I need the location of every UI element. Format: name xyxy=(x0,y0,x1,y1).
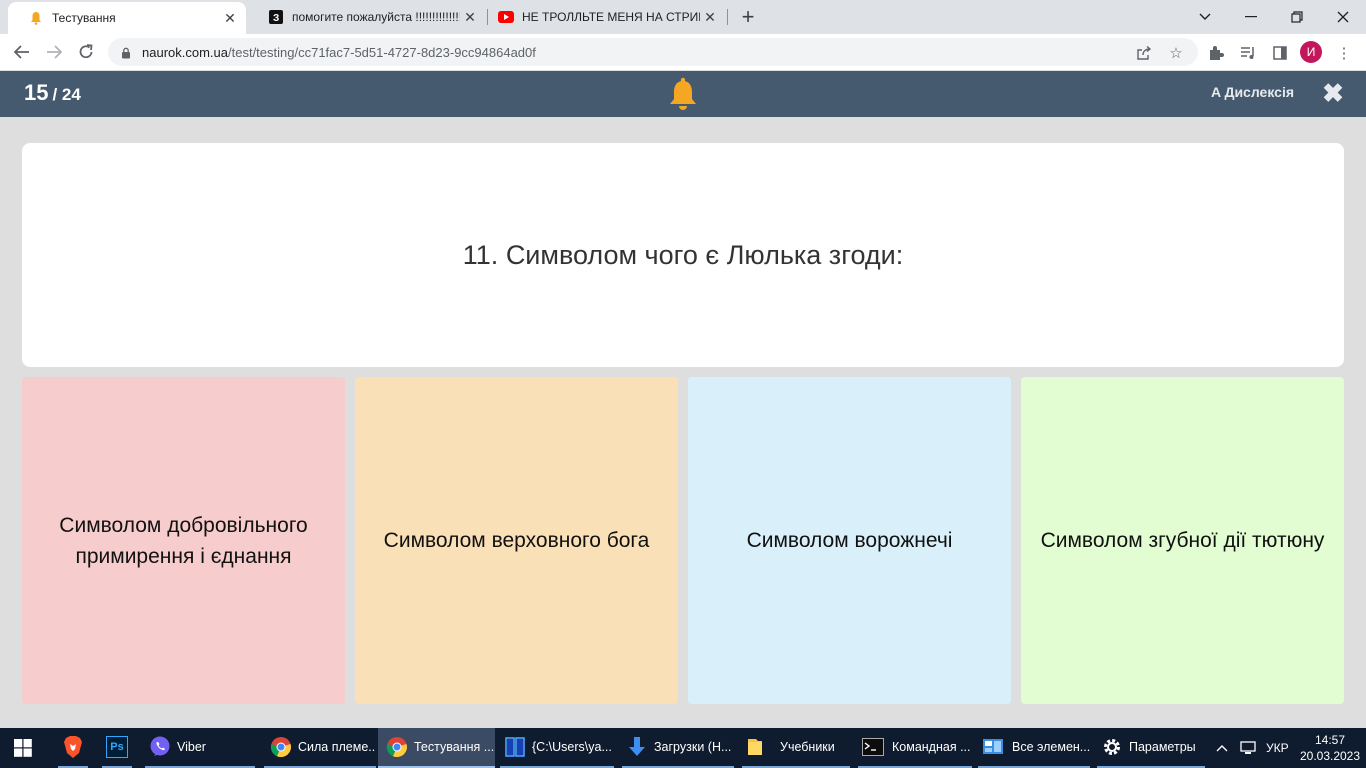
answer-text: Символом верховного бога xyxy=(383,529,650,552)
address-bar[interactable]: naurok.com.ua/test/testing/cc71fac7-5d51… xyxy=(108,38,1198,66)
clock-date: 20.03.2023 xyxy=(1299,749,1361,763)
cmd-icon xyxy=(862,736,884,758)
answer-option-1[interactable]: Символом добровільного примирення і єдна… xyxy=(22,377,345,704)
taskbar-downloads[interactable]: Загрузки (Н... xyxy=(622,728,734,768)
taskbar-cmd[interactable]: Командная ... xyxy=(858,728,972,768)
close-test-icon[interactable]: ✖ xyxy=(1320,78,1346,108)
bookmark-star-icon[interactable]: ☆ xyxy=(1165,42,1187,64)
chrome-icon xyxy=(386,736,408,758)
back-arrow-icon[interactable] xyxy=(8,38,36,66)
restore-icon[interactable] xyxy=(1274,0,1320,34)
windows-logo-icon xyxy=(14,739,32,757)
tab-close-icon[interactable]: ✕ xyxy=(700,7,720,27)
network-icon[interactable] xyxy=(1238,728,1258,768)
taskbar-label: Учебники xyxy=(780,740,835,754)
bell-favicon-icon xyxy=(28,10,44,26)
question-counter: 15/ 24 xyxy=(24,80,81,106)
tab-separator xyxy=(727,9,728,25)
start-button[interactable] xyxy=(14,728,36,768)
taskbar-label: Viber xyxy=(177,740,206,754)
windows-taskbar: Ps Viber Сила племе... Тестування ... {C… xyxy=(0,728,1366,768)
language-indicator[interactable]: УКР xyxy=(1266,728,1289,768)
tab-youtube[interactable]: НЕ ТРОЛЛЬТЕ МЕНЯ НА СТРИМ ✕ xyxy=(488,0,726,34)
answer-option-3[interactable]: Символом ворожнечі xyxy=(688,377,1011,704)
folder-icon xyxy=(744,736,766,758)
taskbar-brave[interactable] xyxy=(58,728,88,768)
new-tab-plus-icon[interactable]: + xyxy=(736,4,760,29)
chrome-icon xyxy=(270,736,292,758)
taskbar-photoshop[interactable]: Ps xyxy=(102,728,132,768)
url-host: naurok.com.ua xyxy=(142,44,228,60)
question-text: 11. Символом чого є Люлька згоди: xyxy=(462,239,904,270)
tab-close-icon[interactable]: ✕ xyxy=(220,8,240,28)
clock-time: 14:57 xyxy=(1314,733,1346,747)
menu-kebab-icon[interactable]: ⋮ xyxy=(1333,42,1355,64)
answer-text: Символом ворожнечі xyxy=(746,529,953,552)
question-card: 11. Символом чого є Люлька згоди: xyxy=(22,143,1344,367)
brave-icon xyxy=(62,736,84,758)
photoshop-icon: Ps xyxy=(106,736,128,758)
settings-icon xyxy=(1101,736,1123,758)
taskbar-control-panel[interactable]: Все элемен... xyxy=(978,728,1090,768)
taskbar-chrome-2[interactable]: Тестування ... xyxy=(378,728,495,768)
lock-icon[interactable] xyxy=(120,46,132,59)
taskbar-label: Тестування ... xyxy=(414,740,495,754)
profile-avatar[interactable]: И xyxy=(1300,41,1322,63)
side-panel-icon[interactable] xyxy=(1269,42,1291,64)
tab-title: помогите пожалуйста !!!!!!!!!!!!!!! xyxy=(292,10,460,24)
browser-toolbar: naurok.com.ua/test/testing/cc71fac7-5d51… xyxy=(0,34,1366,71)
taskbar-label: Сила племе... xyxy=(298,740,376,754)
media-control-icon[interactable] xyxy=(1237,42,1259,64)
taskbar-label: Загрузки (Н... xyxy=(654,740,732,754)
minimize-icon[interactable] xyxy=(1228,0,1274,34)
svg-text:З: З xyxy=(273,13,279,24)
answer-option-2[interactable]: Символом верховного бога xyxy=(355,377,678,704)
question-current: 15 xyxy=(24,80,49,105)
reload-icon[interactable] xyxy=(72,38,100,66)
taskbar-chrome-1[interactable]: Сила племе... xyxy=(264,728,376,768)
taskbar-label: {C:\Users\ya... xyxy=(532,740,612,754)
tab-znanija[interactable]: З помогите пожалуйста !!!!!!!!!!!!!!! ✕ xyxy=(248,0,486,34)
taskbar-far-manager[interactable]: {C:\Users\ya... xyxy=(500,728,614,768)
tab-title: Тестування xyxy=(52,11,116,25)
question-total: / 24 xyxy=(52,85,81,104)
tab-title: НЕ ТРОЛЛЬТЕ МЕНЯ НА СТРИМ xyxy=(522,10,700,24)
answer-option-4[interactable]: Символом згубної дії тютюну xyxy=(1021,377,1344,704)
system-clock[interactable]: 14:57 20.03.2023 xyxy=(1298,732,1362,764)
tab-close-icon[interactable]: ✕ xyxy=(460,7,480,27)
taskbar-settings[interactable]: Параметры xyxy=(1097,728,1205,768)
bell-icon[interactable] xyxy=(668,77,698,111)
extensions-puzzle-icon[interactable] xyxy=(1205,42,1227,64)
znanija-favicon-icon: З xyxy=(268,9,284,25)
youtube-favicon-icon xyxy=(498,9,514,25)
taskbar-folder[interactable]: Учебники xyxy=(742,728,850,768)
viber-icon xyxy=(149,736,171,758)
answer-text: Символом добровільного примирення і єдна… xyxy=(59,513,308,568)
dyslexia-toggle[interactable]: A Дислексія xyxy=(1211,84,1294,100)
control-panel-icon xyxy=(982,736,1004,758)
taskbar-label: Все элемен... xyxy=(1012,740,1090,754)
tab-search-chevron-icon[interactable] xyxy=(1182,0,1228,34)
test-header-bar: 15/ 24 A Дислексія ✖ xyxy=(0,71,1366,117)
forward-arrow-icon[interactable] xyxy=(40,38,68,66)
share-icon[interactable] xyxy=(1133,42,1155,64)
tab-testing[interactable]: Тестування ✕ xyxy=(8,2,246,34)
close-window-icon[interactable] xyxy=(1320,0,1366,34)
url-text: naurok.com.ua/test/testing/cc71fac7-5d51… xyxy=(142,45,536,60)
far-manager-icon xyxy=(504,736,526,758)
taskbar-label: Параметры xyxy=(1129,740,1196,754)
download-icon xyxy=(626,736,648,758)
taskbar-label: Командная ... xyxy=(892,740,971,754)
url-path: /test/testing/cc71fac7-5d51-4727-8d23-9c… xyxy=(228,44,536,60)
taskbar-viber[interactable]: Viber xyxy=(145,728,255,768)
browser-tab-strip: Тестування ✕ З помогите пожалуйста !!!!!… xyxy=(0,0,1366,34)
answer-text: Символом згубної дії тютюну xyxy=(1040,529,1325,552)
tray-chevron-up-icon[interactable] xyxy=(1214,728,1230,768)
